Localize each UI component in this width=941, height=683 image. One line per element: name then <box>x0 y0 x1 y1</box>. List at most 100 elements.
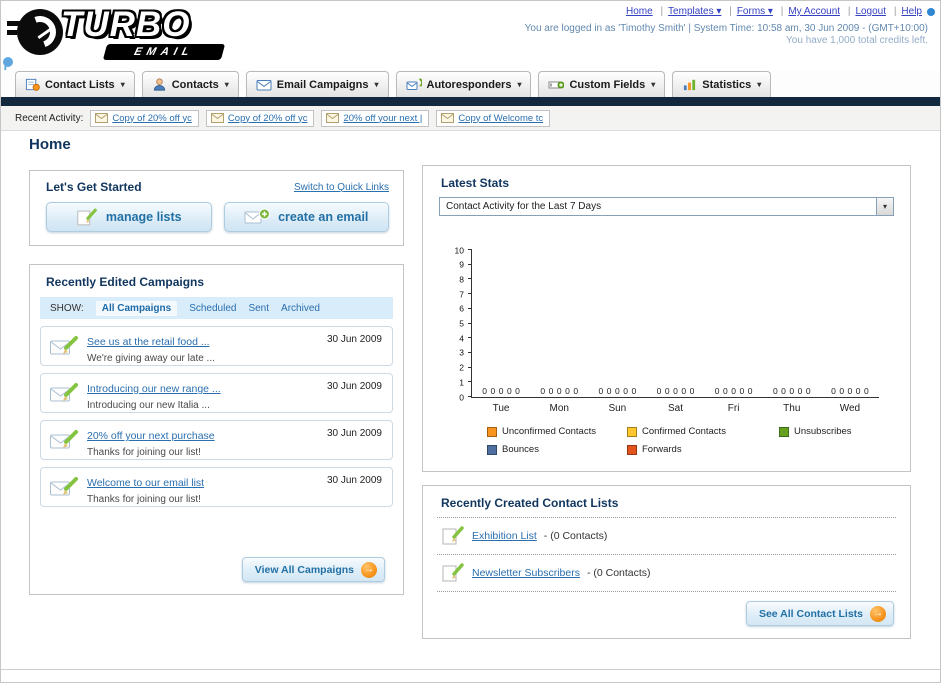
y-tick-label: 9 <box>459 259 464 270</box>
dotted-divider <box>437 591 896 592</box>
main-content: Home Let's Get Started Switch to Quick L… <box>1 131 940 670</box>
chart-value-labels: 00000 <box>540 386 579 396</box>
tab-email-campaigns[interactable]: Email Campaigns <box>245 71 389 97</box>
campaign-link[interactable]: Welcome to our email list <box>87 477 204 489</box>
campaigns-panel: Recently Edited Campaigns SHOW: All Camp… <box>29 264 404 595</box>
nav-link-my-account[interactable]: My Account <box>776 6 840 17</box>
campaign-subtitle: Thanks for joining our list! <box>87 447 201 458</box>
logo-subtitle: EMAIL <box>102 44 226 60</box>
chart-group: 0 0 0 0 0 Wed <box>821 250 879 414</box>
see-all-contact-lists-button[interactable]: See All Contact Lists → <box>745 601 894 626</box>
stats-period-select[interactable]: Contact Activity for the Last 7 Days ▾ <box>439 197 894 216</box>
autoresponders-icon <box>406 78 422 90</box>
chart-value-labels: 00000 <box>772 386 811 396</box>
tab-custom-fields[interactable]: Custom Fields <box>538 71 666 97</box>
campaign-date: 30 Jun 2009 <box>326 381 382 392</box>
nav-link-home[interactable]: Home <box>626 6 653 17</box>
stats-legend: Unconfirmed Contacts Confirmed Contacts Un… <box>487 426 919 455</box>
nav-link-forms[interactable]: Forms ▾ <box>724 6 773 17</box>
campaign-link[interactable]: Introducing our new range ... <box>87 383 221 395</box>
tab-label: Autoresponders <box>426 78 512 91</box>
y-tick-label: 8 <box>459 274 464 285</box>
envelope-pencil-icon <box>50 383 78 402</box>
legend-swatch <box>627 444 637 455</box>
recent-activity-item[interactable]: Copy of Welcome tc <box>436 109 551 127</box>
mail-icon <box>210 113 224 123</box>
y-tick-label: 4 <box>459 332 464 343</box>
filter-sent[interactable]: Sent <box>248 303 269 314</box>
tab-contact-lists[interactable]: Contact Lists <box>15 71 135 97</box>
create-email-button[interactable]: create an email <box>223 202 389 232</box>
get-started-title: Let's Get Started <box>46 180 142 194</box>
switch-to-quick-links[interactable]: Switch to Quick Links <box>294 182 389 193</box>
tab-contacts[interactable]: Contacts <box>141 71 239 97</box>
nav-link-help[interactable]: Help <box>889 6 922 17</box>
mail-icon <box>95 113 109 123</box>
contact-list-link[interactable]: Newsletter Subscribers <box>472 567 580 579</box>
pencil-page-icon <box>442 526 464 545</box>
tab-label: Contacts <box>171 78 219 91</box>
contacts-icon <box>153 78 165 91</box>
mail-icon <box>326 113 340 123</box>
campaign-link[interactable]: 20% off your next purchase <box>87 430 215 442</box>
campaign-row: 20% off your next purchase Thanks for jo… <box>40 420 393 460</box>
recent-activity-item[interactable]: Copy of 20% off yc <box>90 109 199 127</box>
arrow-right-icon: → <box>870 605 886 622</box>
contact-list-row: Exhibition List - (0 Contacts) <box>423 518 910 554</box>
turbo-email-logo: TURBO EMAIL <box>7 5 277 63</box>
top-nav: Home Templates ▾ Forms ▾ My Account Logo… <box>626 6 922 17</box>
contact-list-detail: - (0 Contacts) <box>543 530 608 542</box>
logo-title: TURBO <box>61 5 191 44</box>
recent-activity-bar: Recent Activity: Copy of 20% off yc Copy… <box>1 106 940 131</box>
filter-archived[interactable]: Archived <box>281 303 320 314</box>
statistics-icon <box>684 79 696 91</box>
view-all-campaigns-button[interactable]: View All Campaigns → <box>241 557 385 582</box>
x-axis-label: Mon <box>549 403 569 414</box>
chart-group: 0 0 0 0 0 Thu <box>763 250 821 414</box>
tab-label: Custom Fields <box>569 78 646 91</box>
x-axis-label: Sun <box>608 403 627 414</box>
see-all-contact-lists-label: See All Contact Lists <box>758 607 863 620</box>
recent-activity-label: Recent Activity: <box>15 112 84 124</box>
y-tick-label: 1 <box>459 377 464 388</box>
recent-activity-item[interactable]: Copy of 20% off yc <box>205 109 315 127</box>
legend-item: Confirmed Contacts <box>627 426 779 437</box>
tab-statistics[interactable]: Statistics <box>672 71 772 97</box>
contact-lists-panel: Recently Created Contact Lists Exhibitio… <box>422 485 911 639</box>
legend-swatch <box>487 426 497 437</box>
filter-all-campaigns[interactable]: All Campaigns <box>95 300 178 316</box>
header: TURBO EMAIL Home Templates ▾ Forms ▾ My … <box>1 1 940 110</box>
manage-lists-button[interactable]: manage lists <box>46 202 212 232</box>
tab-autoresponders[interactable]: Autoresponders <box>395 71 532 97</box>
chart-value-labels: 00000 <box>831 386 869 396</box>
recent-activity-item[interactable]: 20% off your next | <box>321 109 430 127</box>
logo-wing-icon <box>7 30 17 35</box>
nav-link-logout[interactable]: Logout <box>843 6 886 17</box>
x-axis-label: Tue <box>492 403 510 414</box>
y-tick-label: 7 <box>459 288 464 299</box>
create-email-label: create an email <box>278 210 369 224</box>
envelope-pencil-icon <box>50 336 78 355</box>
campaign-date: 30 Jun 2009 <box>326 475 382 486</box>
contact-lists-title: Recently Created Contact Lists <box>441 496 619 510</box>
legend-item: Unconfirmed Contacts <box>487 426 627 437</box>
campaign-date: 30 Jun 2009 <box>326 428 382 439</box>
y-tick-label: 10 <box>454 244 464 255</box>
manage-lists-label: manage lists <box>105 210 182 224</box>
envelope-pencil-icon <box>50 430 78 449</box>
tab-label: Contact Lists <box>45 78 115 91</box>
contact-list-link[interactable]: Exhibition List <box>472 530 537 542</box>
contact-lists-icon <box>25 78 40 91</box>
chevron-down-icon: ▾ <box>876 198 893 215</box>
campaign-link[interactable]: See us at the retail food ... <box>87 336 210 348</box>
custom-fields-icon <box>548 81 565 89</box>
latest-stats-title: Latest Stats <box>441 176 510 190</box>
help-dot-icon <box>927 8 935 16</box>
filter-scheduled[interactable]: Scheduled <box>189 303 236 314</box>
campaigns-filter-bar: SHOW: All Campaigns Scheduled Sent Archi… <box>40 297 393 319</box>
page-title: Home <box>29 136 71 153</box>
arrow-right-icon: → <box>361 561 377 578</box>
tab-label: Email Campaigns <box>276 78 369 91</box>
show-label: SHOW: <box>50 302 84 314</box>
nav-link-templates[interactable]: Templates ▾ <box>655 6 721 17</box>
